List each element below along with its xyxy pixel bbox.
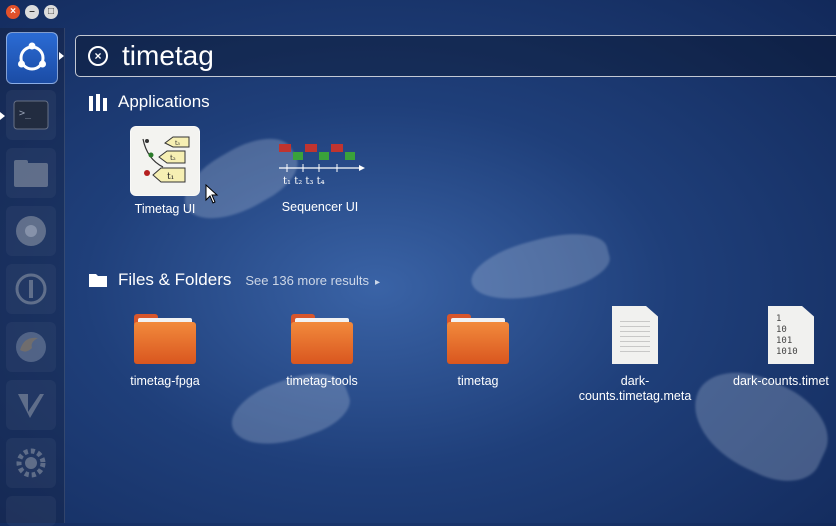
- search-input[interactable]: [122, 40, 622, 72]
- app-label: Timetag UI: [134, 202, 196, 216]
- launcher-item-partial[interactable]: [6, 496, 56, 526]
- applications-category-icon: [89, 94, 107, 111]
- launcher-terminal[interactable]: >_: [6, 90, 56, 140]
- launcher: >_: [0, 28, 65, 526]
- window-controls: × – □: [6, 5, 58, 19]
- folder-category-icon: [89, 274, 107, 287]
- gear-icon: [16, 448, 46, 478]
- search-bar[interactable]: ×: [75, 35, 836, 77]
- svg-text:t₁: t₁: [167, 172, 174, 182]
- svg-text:>_: >_: [19, 108, 32, 119]
- svg-text:t₁ t₂ t₃ t₄: t₁ t₂ t₃ t₄: [283, 176, 325, 187]
- section-title: Applications: [118, 92, 210, 111]
- app-label: Sequencer UI: [281, 200, 359, 214]
- folder-icon: [134, 312, 196, 364]
- file-label: dark-counts.timet: [733, 374, 829, 388]
- folder-icon: [14, 160, 48, 187]
- applications-header[interactable]: Applications: [88, 92, 210, 112]
- file-label: timetag: [457, 374, 499, 388]
- running-indicator-icon: [0, 112, 5, 120]
- file-dark-counts-timetag-meta[interactable]: dark- counts.timetag.meta: [560, 306, 710, 404]
- file-timetag-tools[interactable]: timetag-tools: [247, 312, 397, 389]
- launcher-chrome[interactable]: [6, 206, 56, 256]
- folder-icon: [447, 312, 509, 364]
- launcher-firefox[interactable]: [6, 322, 56, 372]
- folder-icon: [291, 312, 353, 364]
- firefox-icon: [16, 332, 46, 362]
- background-bird: [465, 222, 615, 313]
- vim-icon: [18, 394, 44, 418]
- timetag-ui-icon: t₃ t₂ t₁: [130, 126, 200, 196]
- binary-file-icon: 1 10 101 1010: [768, 306, 814, 364]
- launcher-settings[interactable]: [6, 438, 56, 488]
- minimize-button[interactable]: –: [25, 5, 39, 19]
- launcher-vim[interactable]: [6, 380, 56, 430]
- close-button[interactable]: ×: [6, 5, 20, 19]
- active-arrow-icon: [59, 52, 64, 60]
- file-label: timetag-tools: [286, 374, 358, 388]
- app-sequencer-ui[interactable]: t₁ t₂ t₃ t₄ Sequencer UI: [245, 126, 395, 215]
- chrome-icon: [16, 216, 46, 246]
- file-dark-counts-timetag[interactable]: 1 10 101 1010 dark-counts.timet: [718, 306, 836, 389]
- launcher-audio[interactable]: [6, 264, 56, 314]
- text-file-icon: [612, 306, 658, 364]
- ubuntu-logo-icon: [18, 42, 46, 71]
- audio-icon: [15, 273, 47, 305]
- maximize-button[interactable]: □: [44, 5, 58, 19]
- clear-search-icon[interactable]: ×: [88, 46, 108, 66]
- binary-icon-text: 1 10 101 1010: [776, 314, 798, 357]
- file-label: timetag-fpga: [130, 374, 200, 388]
- see-more-results-link[interactable]: See 136 more results: [245, 273, 380, 288]
- files-folders-header[interactable]: Files & Folders See 136 more results: [88, 270, 380, 290]
- mouse-cursor-icon: [205, 184, 219, 204]
- sequencer-ui-icon: t₁ t₂ t₃ t₄: [275, 126, 365, 194]
- file-timetag-fpga[interactable]: timetag-fpga: [90, 312, 240, 389]
- file-label: dark- counts.timetag.meta: [578, 374, 692, 403]
- svg-text:t₂: t₂: [170, 154, 176, 162]
- terminal-icon: >_: [13, 100, 49, 130]
- file-timetag[interactable]: timetag: [403, 312, 553, 389]
- dash-home-button[interactable]: [6, 32, 58, 84]
- launcher-files[interactable]: [6, 148, 56, 198]
- svg-text:t₃: t₃: [175, 140, 180, 147]
- section-title: Files & Folders: [118, 270, 232, 289]
